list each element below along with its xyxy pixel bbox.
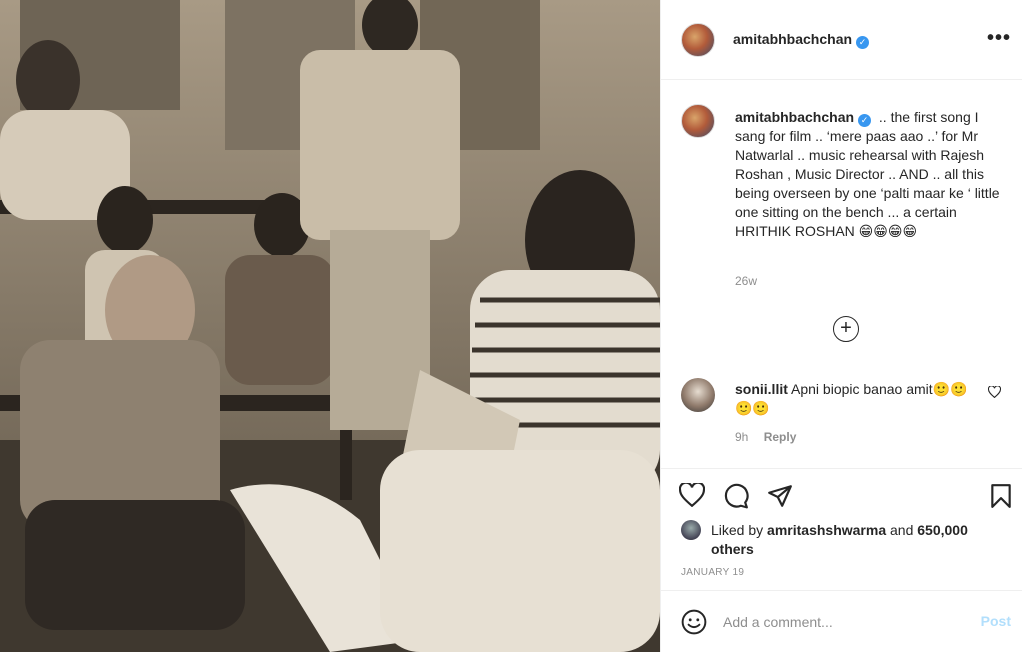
likes-summary: Liked by amritashshwarma and 650,000 oth… (711, 521, 971, 559)
commenter-avatar[interactable] (681, 378, 715, 412)
comment-input[interactable] (723, 611, 963, 633)
likes-joiner: and (890, 522, 914, 538)
post-actions: Liked by amritashshwarma and 650,000 oth… (661, 468, 1022, 590)
post-header: amitabhbachchan ✓ ••• (661, 0, 1022, 80)
comment-meta: 9h Reply (735, 430, 808, 444)
share-icon[interactable] (767, 483, 793, 509)
emoji-icon[interactable] (681, 609, 707, 635)
bookmark-icon[interactable] (989, 483, 1013, 509)
post-comment-button[interactable]: Post (981, 613, 1011, 629)
caption-time[interactable]: 26w (735, 274, 757, 288)
liker-username[interactable]: amritashshwarma (767, 522, 886, 538)
add-comment-bar: Post (661, 590, 1022, 652)
comment-text: sonii.llit Apni biopic banao amit🙂🙂🙂🙂 (735, 380, 975, 418)
post-photo[interactable] (0, 0, 660, 652)
caption-username-text[interactable]: amitabhbachchan (735, 109, 854, 125)
author-avatar[interactable] (681, 23, 715, 57)
commenter-username[interactable]: sonii.llit (735, 381, 788, 397)
author-username-text[interactable]: amitabhbachchan (733, 31, 852, 47)
more-options-icon[interactable]: ••• (987, 28, 1011, 48)
author-username[interactable]: amitabhbachchan ✓ (733, 31, 870, 49)
comment-time[interactable]: 9h (735, 430, 748, 444)
comment-icon[interactable] (723, 483, 749, 509)
reply-button[interactable]: Reply (764, 430, 797, 444)
heart-icon[interactable] (679, 483, 705, 507)
verified-badge-icon: ✓ (856, 36, 870, 49)
caption-avatar[interactable] (681, 104, 715, 138)
likes-prefix: Liked by (711, 522, 764, 538)
caption-text: amitabhbachchan ✓ .. the first song I san… (735, 108, 1009, 241)
post-sidebar: amitabhbachchan ✓ ••• amitabhbachchan ✓ ..… (660, 0, 1022, 652)
load-more-comments-icon[interactable]: + (833, 316, 859, 342)
caption-body: .. the first song I sang for film .. ‘me… (735, 109, 1000, 239)
comment-like-heart-icon[interactable] (988, 386, 1001, 398)
post-photo-illustration (0, 0, 660, 652)
liker-avatar[interactable] (681, 520, 701, 540)
caption-username[interactable]: amitabhbachchan ✓ (735, 109, 872, 127)
post-date[interactable]: JANUARY 19 (681, 567, 744, 578)
caption-verified-badge-icon: ✓ (858, 114, 872, 127)
